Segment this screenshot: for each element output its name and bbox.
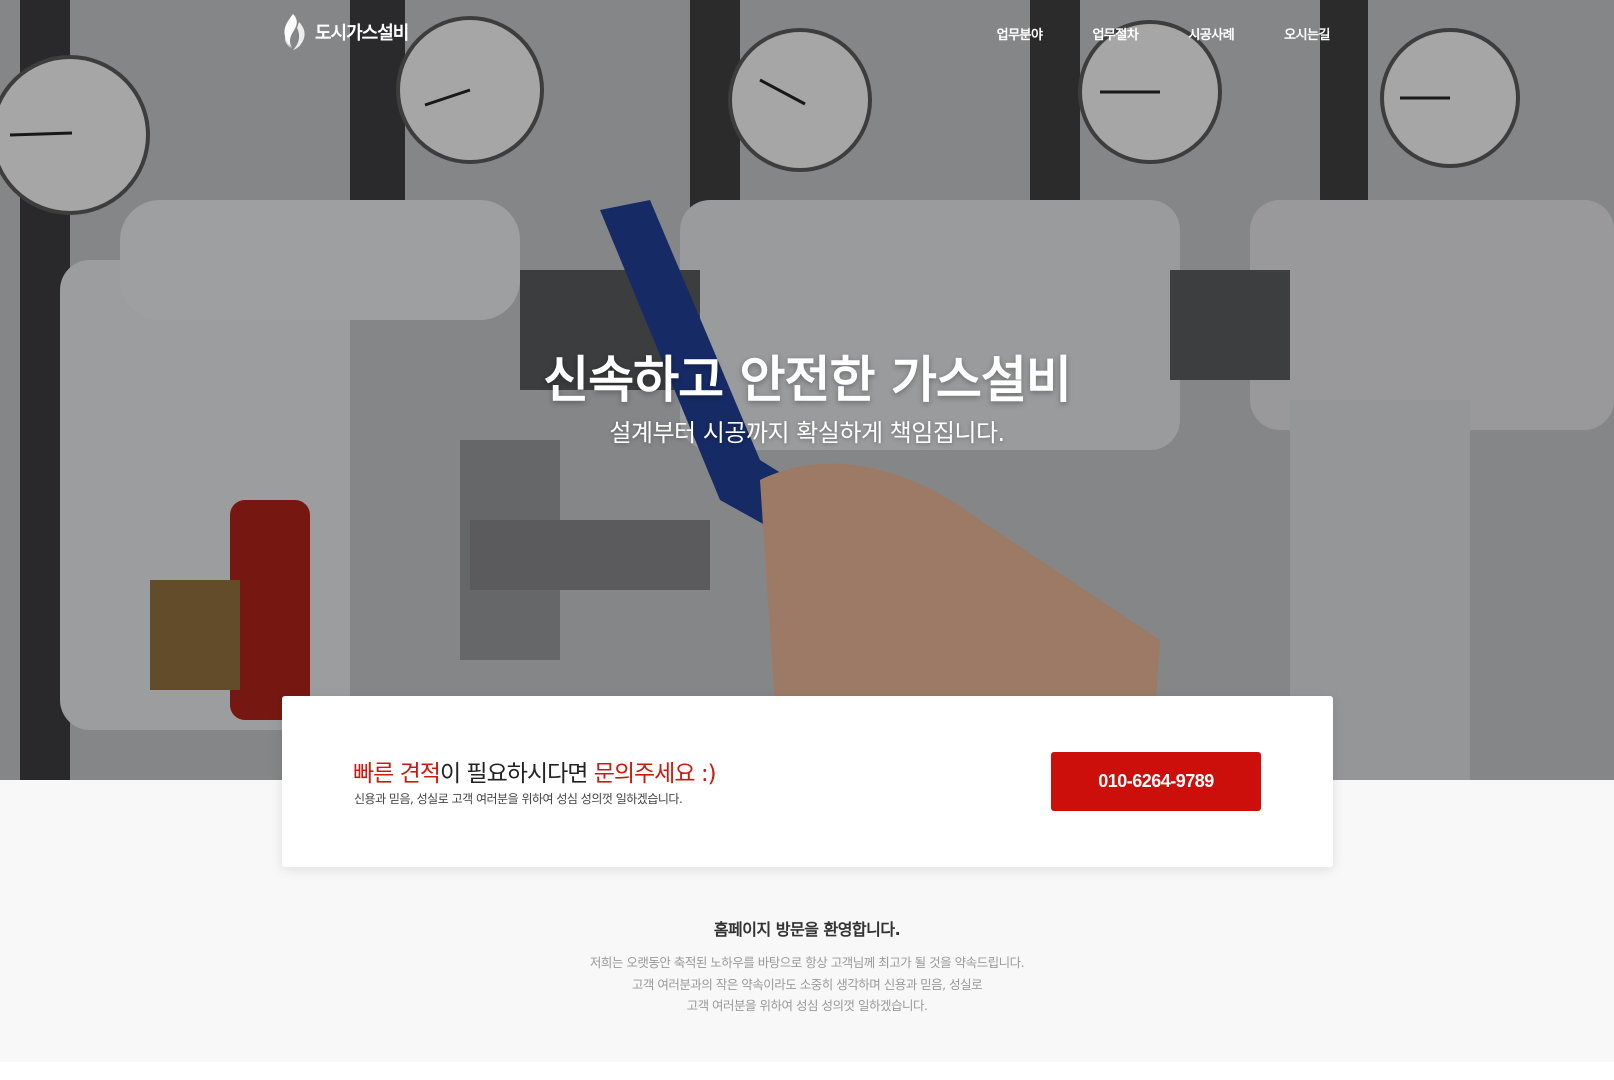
cta-description: 신용과 믿음, 성실로 고객 여러분을 위하여 성심 성의껏 일하겠습니다. xyxy=(354,792,683,806)
quote-cta-card: 빠른 견적이 필요하시다면 문의주세요 :) 신용과 믿음, 성실로 고객 여러… xyxy=(282,696,1333,867)
cta-heading: 빠른 견적이 필요하시다면 문의주세요 :) xyxy=(353,754,717,788)
flame-icon xyxy=(284,14,305,50)
hero-title: 신속하고 안전한 가스설비 xyxy=(543,351,1072,409)
cta-heading-highlight-1: 빠른 견적 xyxy=(353,761,441,787)
cta-heading-highlight-2: 문의주세요 :) xyxy=(593,761,717,787)
site-logo[interactable]: 도시가스설비 xyxy=(277,12,409,52)
page-bottom-edge xyxy=(0,1062,1614,1080)
cta-heading-text: 이 필요하시다면 xyxy=(439,761,594,787)
nav-item-work-process[interactable]: 업무절차 xyxy=(1092,24,1138,43)
welcome-title: 홈페이지 방문을 환영합니다. xyxy=(713,920,901,939)
logo-text: 도시가스설비 xyxy=(315,23,409,44)
phone-call-button[interactable]: 010-6264-9789 xyxy=(1051,752,1261,811)
welcome-text: 저희는 오랫동안 축적된 노하우를 바탕으로 항상 고객님께 최고가 될 것을 … xyxy=(0,952,1614,1017)
hero-subtitle: 설계부터 시공까지 확실하게 책임집니다. xyxy=(609,419,1005,447)
welcome-section: 홈페이지 방문을 환영합니다. 저희는 오랫동안 축적된 노하우를 바탕으로 항… xyxy=(0,916,1614,1017)
nav-item-directions[interactable]: 오시는길 xyxy=(1284,24,1330,43)
site-header: 도시가스설비 업무분야 업무절차 시공사례 오시는길 xyxy=(0,0,1614,70)
welcome-line: 고객 여러분과의 작은 약속이라도 소중히 생각하며 신용과 믿음, 성실로 xyxy=(631,976,983,992)
main-nav: 업무분야 업무절차 시공사례 오시는길 xyxy=(947,24,1331,43)
nav-item-business-area[interactable]: 업무분야 xyxy=(997,24,1043,43)
welcome-line: 고객 여러분을 위하여 성심 성의껏 일하겠습니다. xyxy=(686,998,928,1013)
nav-item-construction-cases[interactable]: 시공사례 xyxy=(1188,24,1234,43)
welcome-line: 저희는 오랫동안 축적된 노하우를 바탕으로 항상 고객님께 최고가 될 것을 … xyxy=(589,955,1025,970)
